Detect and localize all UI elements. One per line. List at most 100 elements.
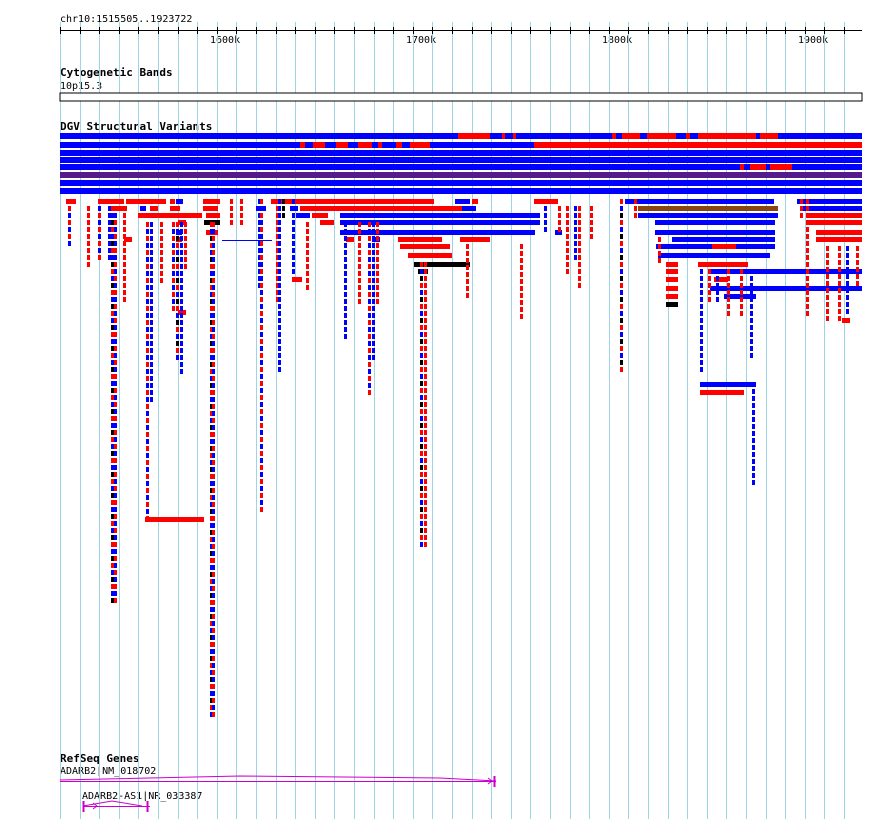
- dgv-variant-loss[interactable]: [111, 437, 114, 442]
- dgv-variant-gain[interactable]: [846, 288, 849, 293]
- dgv-variant-loss[interactable]: [806, 241, 809, 246]
- dgv-variant-loss[interactable]: [424, 451, 427, 456]
- dgv-variant-complex[interactable]: [111, 325, 114, 330]
- dgv-variant-loss[interactable]: [240, 199, 243, 204]
- dgv-variant-gain[interactable]: [150, 264, 153, 269]
- dgv-variant-gain[interactable]: [278, 346, 281, 351]
- dgv-variant-loss[interactable]: [566, 269, 569, 274]
- dgv-variant-gain[interactable]: [114, 339, 117, 344]
- dgv-variant-loss[interactable]: [368, 362, 371, 367]
- dgv-variant-loss[interactable]: [150, 206, 158, 211]
- dgv-variant-loss[interactable]: [424, 262, 427, 267]
- dgv-variant-loss[interactable]: [212, 418, 215, 423]
- dgv-variant-loss[interactable]: [800, 213, 803, 218]
- dgv-variant-loss[interactable]: [240, 206, 243, 211]
- dgv-variant-loss[interactable]: [212, 222, 215, 227]
- dgv-variant-gain[interactable]: [448, 142, 486, 148]
- dgv-variant-loss[interactable]: [114, 444, 117, 449]
- dgv-variant-loss[interactable]: [212, 250, 215, 255]
- dgv-variant-gain[interactable]: [150, 390, 153, 395]
- dgv-variant-gain[interactable]: [278, 276, 281, 281]
- dgv-variant-loss[interactable]: [260, 283, 263, 288]
- dgv-variant-gain[interactable]: [180, 334, 183, 339]
- dgv-variant-gain[interactable]: [278, 234, 281, 239]
- dgv-variant-gain[interactable]: [716, 276, 719, 281]
- dgv-variant-loss[interactable]: [856, 274, 859, 279]
- dgv-variant-gain[interactable]: [150, 327, 153, 332]
- dgv-variant-loss[interactable]: [111, 500, 114, 505]
- dgv-variant-loss[interactable]: [424, 269, 427, 274]
- dgv-variant-loss[interactable]: [176, 222, 179, 227]
- dgv-variant-gain[interactable]: [212, 355, 215, 360]
- dgv-variant-gain[interactable]: [420, 290, 423, 295]
- dgv-variant-loss[interactable]: [184, 222, 187, 227]
- dgv-variant-loss[interactable]: [358, 285, 361, 290]
- dgv-variant-gain[interactable]: [146, 383, 149, 388]
- dgv-variant-gain[interactable]: [752, 396, 755, 401]
- dgv-variant-loss[interactable]: [806, 199, 809, 204]
- dgv-variant-complex[interactable]: [420, 381, 423, 386]
- dgv-variant-loss[interactable]: [368, 292, 371, 297]
- dgv-variant-loss[interactable]: [698, 262, 748, 267]
- dgv-variant-complex[interactable]: [111, 577, 114, 582]
- dgv-variant-loss[interactable]: [260, 255, 263, 260]
- dgv-variant-gain[interactable]: [146, 243, 149, 248]
- dgv-variant-complex[interactable]: [420, 297, 423, 302]
- dgv-variant-loss[interactable]: [466, 251, 469, 256]
- dgv-variant-gain[interactable]: [296, 213, 310, 218]
- dgv-variant-gain[interactable]: [368, 313, 371, 318]
- dgv-variant-complex[interactable]: [176, 299, 179, 304]
- dgv-variant-gain[interactable]: [150, 397, 153, 402]
- dgv-variant-loss[interactable]: [98, 213, 101, 218]
- dgv-variant-loss[interactable]: [838, 267, 841, 272]
- dgv-variant-loss[interactable]: [396, 142, 402, 148]
- dgv-variant-gain[interactable]: [750, 290, 753, 295]
- dgv-variant-gain[interactable]: [172, 243, 175, 248]
- dgv-variant-loss[interactable]: [212, 698, 215, 703]
- dgv-variant-gain[interactable]: [278, 304, 281, 309]
- dgv-variant-gain[interactable]: [108, 206, 111, 211]
- dgv-variant-gain[interactable]: [150, 306, 153, 311]
- dgv-variant-gain[interactable]: [114, 353, 117, 358]
- dgv-variant-gain[interactable]: [750, 304, 753, 309]
- dgv-variant-loss[interactable]: [727, 311, 730, 316]
- dgv-variant-loss[interactable]: [826, 288, 829, 293]
- dgv-variant-loss[interactable]: [838, 295, 841, 300]
- dgv-variant-loss[interactable]: [686, 133, 690, 139]
- dgv-variant-loss[interactable]: [271, 199, 434, 204]
- dgv-variant-gain[interactable]: [716, 269, 719, 274]
- dgv-variant-other[interactable]: [638, 206, 778, 211]
- dgv-variant-loss[interactable]: [260, 437, 263, 442]
- dgv-variant-loss[interactable]: [260, 311, 263, 316]
- dgv-variant-loss[interactable]: [534, 199, 558, 204]
- dgv-variant-gain[interactable]: [620, 248, 623, 253]
- dgv-variant-loss[interactable]: [146, 502, 149, 507]
- dgv-variant-loss[interactable]: [230, 220, 233, 225]
- dgv-variant-loss[interactable]: [146, 474, 149, 479]
- dgv-variant-gain[interactable]: [544, 227, 547, 232]
- dgv-variant-loss[interactable]: [230, 199, 233, 204]
- dgv-variant-gain[interactable]: [180, 306, 183, 311]
- dgv-variant-loss[interactable]: [114, 556, 117, 561]
- dgv-variant-gain[interactable]: [180, 320, 183, 325]
- dgv-variant-gain[interactable]: [212, 369, 215, 374]
- dgv-variant-loss[interactable]: [203, 206, 218, 211]
- dgv-variant-loss[interactable]: [111, 332, 114, 337]
- dgv-variant-gain[interactable]: [212, 607, 215, 612]
- dgv-variant-loss[interactable]: [566, 206, 569, 211]
- dgv-variant-gain[interactable]: [150, 348, 153, 353]
- dgv-variant-gain[interactable]: [344, 257, 347, 262]
- dgv-variant-loss[interactable]: [212, 390, 215, 395]
- dgv-variant-loss[interactable]: [590, 220, 593, 225]
- dgv-variant-loss[interactable]: [666, 277, 678, 282]
- dgv-variant-gain[interactable]: [150, 271, 153, 276]
- dgv-variant-complex[interactable]: [420, 444, 423, 449]
- dgv-variant-gain[interactable]: [180, 243, 183, 248]
- dgv-variant-gain[interactable]: [146, 425, 149, 430]
- dgv-variant-gain[interactable]: [260, 290, 263, 295]
- dgv-variant-loss[interactable]: [111, 395, 114, 400]
- dgv-variant-gain[interactable]: [372, 257, 375, 262]
- dgv-variant-gain[interactable]: [111, 591, 114, 596]
- dgv-variant-loss[interactable]: [727, 276, 730, 281]
- dgv-variant-gain[interactable]: [574, 241, 577, 246]
